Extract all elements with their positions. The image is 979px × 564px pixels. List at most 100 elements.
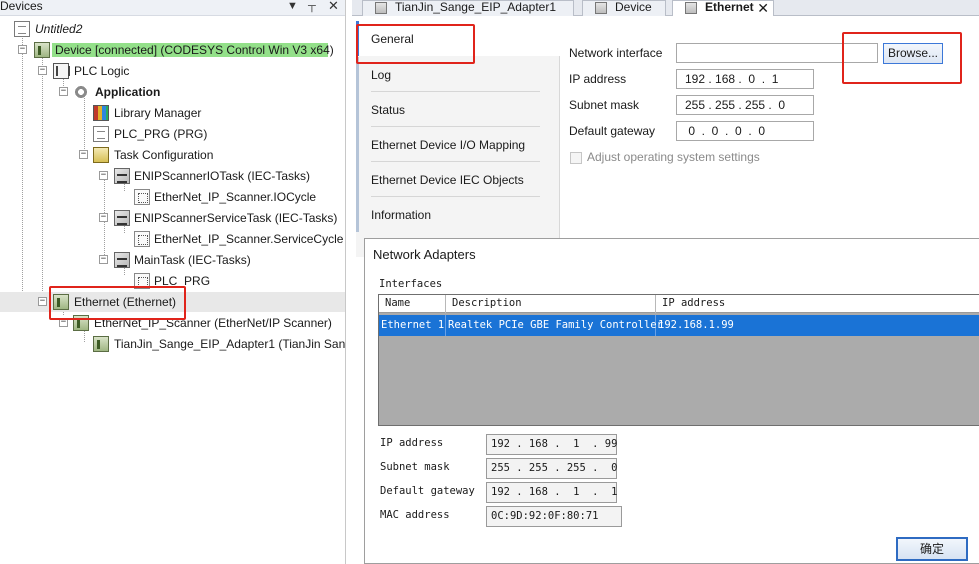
- adapter-mac-label: MAC address: [380, 509, 450, 521]
- tree-item-application[interactable]: − Application: [0, 82, 345, 102]
- tab-label: Device: [615, 0, 652, 14]
- adjust-os-settings-checkbox[interactable]: [570, 152, 582, 164]
- tab-label: Ethernet: [705, 0, 754, 14]
- tree-item-label: TianJin_Sange_EIP_Adapter1 (TianJin Sang…: [114, 337, 346, 351]
- adjust-os-settings-label: Adjust operating system settings: [587, 150, 760, 164]
- collapse-toggle-icon[interactable]: −: [38, 297, 47, 306]
- tree-item-project[interactable]: − Untitled2: [0, 19, 345, 39]
- tab-adapter[interactable]: TianJin_Sange_EIP_Adapter1: [362, 0, 574, 16]
- network-interface-label: Network interface: [569, 46, 663, 60]
- cell-ip-address: 192.168.1.99: [658, 319, 734, 331]
- side-tab-information[interactable]: Information: [356, 197, 560, 232]
- collapse-toggle-icon[interactable]: −: [99, 171, 108, 180]
- column-header-ip-address[interactable]: IP address: [656, 295, 979, 313]
- subnet-mask-field[interactable]: 255 . 255 . 255 . 0: [676, 95, 814, 115]
- ethernet-device-icon: [685, 2, 697, 14]
- tab-device[interactable]: Device: [582, 0, 666, 16]
- tree-item-label: EtherNet_IP_Scanner (EtherNet/IP Scanner…: [94, 316, 332, 330]
- tree-item-label: Library Manager: [114, 106, 202, 120]
- task-icon: [114, 252, 130, 268]
- plc-logic-icon: [53, 63, 70, 79]
- tree-item-enip-service-task[interactable]: − ENIPScannerServiceTask (IEC-Tasks): [0, 208, 345, 228]
- device-icon: [34, 42, 50, 58]
- dialog-title: Network Adapters: [373, 247, 476, 262]
- library-icon: [93, 105, 109, 121]
- tree-item-label: PLC_PRG (PRG): [114, 127, 208, 141]
- side-tab-label: Status: [371, 103, 406, 117]
- collapse-toggle-icon[interactable]: −: [59, 87, 68, 96]
- side-tab-label: Information: [371, 208, 432, 222]
- tree-item-device[interactable]: − Device [connected] (CODESYS Control Wi…: [0, 40, 345, 60]
- side-tab-log[interactable]: Log: [356, 57, 560, 92]
- ip-address-field[interactable]: 192 . 168 . 0 . 1: [676, 69, 814, 89]
- collapse-toggle-icon[interactable]: −: [59, 318, 68, 327]
- devices-panel-title: Devices: [0, 0, 43, 13]
- browse-button[interactable]: Browse...: [883, 43, 943, 64]
- side-tab-iec-objects[interactable]: Ethernet Device IEC Objects: [356, 162, 560, 197]
- side-tab-io-mapping[interactable]: Ethernet Device I/O Mapping: [356, 127, 560, 162]
- tab-close-icon[interactable]: ✕: [757, 1, 769, 15]
- tree-item-adapter[interactable]: TianJin_Sange_EIP_Adapter1 (TianJin Sang…: [0, 334, 346, 354]
- tree-item-plc-logic[interactable]: − PLC Logic: [0, 61, 345, 81]
- tree-item-service-cycle[interactable]: EtherNet_IP_Scanner.ServiceCycle: [0, 229, 345, 249]
- tree-item-label: PLC_PRG: [154, 274, 211, 288]
- subnet-mask-label: Subnet mask: [569, 98, 640, 112]
- interfaces-table-header: Name Description IP address: [379, 295, 979, 313]
- adapter-subnet-label: Subnet mask: [380, 461, 450, 473]
- tree-item-label: Ethernet (Ethernet): [74, 295, 177, 309]
- program-call-icon: [134, 189, 150, 205]
- side-tab-label: Ethernet Device IEC Objects: [371, 173, 524, 187]
- collapse-toggle-icon[interactable]: −: [99, 213, 108, 222]
- tree-item-plc-prg-call[interactable]: PLC_PRG: [0, 271, 345, 291]
- tree-item-io-cycle[interactable]: EtherNet_IP_Scanner.IOCycle: [0, 187, 345, 207]
- adapter-ip-label: IP address: [380, 437, 444, 449]
- side-tab-general[interactable]: General: [356, 21, 560, 56]
- column-header-name[interactable]: Name: [379, 295, 446, 313]
- ok-button[interactable]: 确定: [896, 537, 968, 561]
- network-interface-input[interactable]: [676, 43, 878, 63]
- adapter-device-icon: [93, 336, 109, 352]
- device-icon: [595, 2, 607, 14]
- side-tab-status[interactable]: Status: [356, 92, 560, 127]
- tree-item-label: ENIPScannerServiceTask (IEC-Tasks): [134, 211, 338, 225]
- tree-item-label: EtherNet_IP_Scanner.ServiceCycle: [154, 232, 344, 246]
- chevron-down-icon[interactable]: ▼: [287, 0, 298, 12]
- side-tab-label: General: [371, 32, 414, 46]
- interfaces-table: Name Description IP address Ethernet 1 R…: [378, 294, 979, 426]
- editor-tab-strip: TianJin_Sange_EIP_Adapter1 Device Ethern…: [352, 0, 979, 16]
- tree-item-label: Application: [95, 85, 161, 99]
- devices-panel-header: Devices ▼ ┬ ✕: [0, 0, 345, 16]
- editor-side-tabs: General Log Status Ethernet Device I/O M…: [356, 21, 560, 257]
- tree-item-enip-io-task[interactable]: − ENIPScannerIOTask (IEC-Tasks): [0, 166, 345, 186]
- tree-item-label: Device [connected] (CODESYS Control Win …: [52, 43, 334, 57]
- project-icon: [14, 21, 30, 37]
- collapse-toggle-icon[interactable]: −: [38, 66, 47, 75]
- cell-name: Ethernet 1: [379, 315, 446, 336]
- pin-icon[interactable]: ┬: [308, 0, 316, 12]
- program-call-icon: [134, 231, 150, 247]
- table-row[interactable]: Ethernet 1 Realtek PCIe GBE Family Contr…: [379, 315, 979, 336]
- close-icon[interactable]: ✕: [328, 0, 339, 12]
- default-gateway-label: Default gateway: [569, 124, 656, 138]
- adapter-device-icon: [375, 2, 387, 14]
- tree-item-enip-scanner[interactable]: − EtherNet_IP_Scanner (EtherNet/IP Scann…: [0, 313, 345, 333]
- collapse-toggle-icon[interactable]: −: [79, 150, 88, 159]
- network-adapters-dialog: Network Adapters Interfaces Name Descrip…: [364, 238, 979, 564]
- tree-item-ethernet[interactable]: − Ethernet (Ethernet): [0, 292, 345, 312]
- default-gateway-field[interactable]: 0 . 0 . 0 . 0: [676, 121, 814, 141]
- tree-item-label: ENIPScannerIOTask (IEC-Tasks): [134, 169, 311, 183]
- collapse-toggle-icon[interactable]: −: [18, 45, 27, 54]
- tree-item-plc-prg[interactable]: PLC_PRG (PRG): [0, 124, 345, 144]
- adapter-subnet-field: 255 . 255 . 255 . 0: [486, 458, 617, 479]
- program-icon: [93, 126, 109, 142]
- tree-item-main-task[interactable]: − MainTask (IEC-Tasks): [0, 250, 345, 270]
- tree-item-task-configuration[interactable]: − Task Configuration: [0, 145, 345, 165]
- task-icon: [114, 168, 130, 184]
- devices-panel: Devices ▼ ┬ ✕ − Untitled2 − Device [conn…: [0, 0, 346, 564]
- tab-ethernet[interactable]: Ethernet ✕: [672, 0, 774, 16]
- column-header-description[interactable]: Description: [446, 295, 656, 313]
- collapse-toggle-icon[interactable]: −: [99, 255, 108, 264]
- scanner-device-icon: [73, 315, 89, 331]
- side-tab-label: Log: [371, 68, 392, 82]
- tree-item-library-manager[interactable]: Library Manager: [0, 103, 345, 123]
